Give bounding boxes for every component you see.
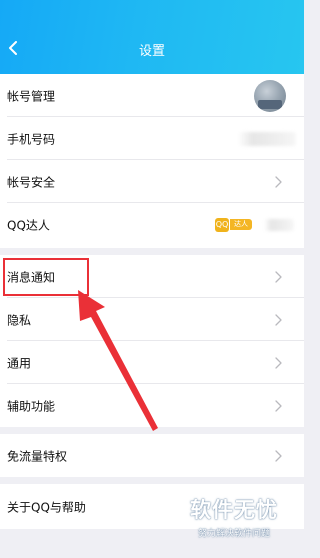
chevron-right-icon (275, 270, 282, 283)
settings-item-free-traffic[interactable]: 免流量特权 (0, 434, 304, 477)
settings-item-label: 关于QQ与帮助 (7, 500, 86, 514)
settings-item-label: QQ达人 (7, 218, 50, 232)
chevron-right-icon (275, 356, 282, 369)
general-settings-group: 消息通知 隐私 通用 辅助功能 (0, 255, 304, 427)
settings-item-label: 隐私 (7, 313, 32, 327)
settings-item-accessibility[interactable]: 辅助功能 (0, 384, 304, 427)
watermark: 软件无忧 努力解决软件问题 (174, 494, 294, 539)
settings-item-label: 帐号管理 (7, 89, 56, 103)
qq-expert-badge: QQ 达人 (215, 217, 252, 232)
watermark-subtitle: 努力解决软件问题 (197, 529, 270, 539)
settings-item-label: 消息通知 (7, 270, 56, 284)
page-title: 设置 (138, 44, 165, 59)
settings-item-account-management[interactable]: 帐号管理 (0, 74, 304, 117)
qq-expert-value-blurred (264, 218, 294, 231)
settings-item-label: 帐号安全 (7, 175, 56, 189)
chevron-right-icon (275, 313, 282, 326)
phone-number-value-blurred (238, 131, 296, 146)
qq-expert-badge-text: 达人 (230, 219, 252, 230)
settings-item-label: 手机号码 (7, 132, 56, 146)
settings-item-phone-number[interactable]: 手机号码 (0, 117, 304, 160)
avatar (254, 79, 286, 112)
settings-item-privacy[interactable]: 隐私 (0, 298, 304, 341)
settings-item-general[interactable]: 通用 (0, 341, 304, 384)
title-bar: 设置 (0, 0, 304, 74)
qq-expert-icon: QQ (215, 217, 229, 232)
settings-item-message-notification[interactable]: 消息通知 (0, 255, 304, 298)
account-settings-group: 帐号管理 手机号码 帐号安全 QQ达人 QQ 达人 (0, 74, 304, 248)
settings-item-label: 免流量特权 (7, 449, 68, 463)
settings-item-account-security[interactable]: 帐号安全 (0, 160, 304, 203)
chevron-right-icon (275, 399, 282, 412)
traffic-settings-group: 免流量特权 (0, 434, 304, 477)
chevron-right-icon (275, 449, 282, 462)
settings-item-qq-expert[interactable]: QQ达人 QQ 达人 (0, 203, 304, 246)
chevron-right-icon (275, 175, 282, 188)
settings-item-label: 辅助功能 (7, 399, 56, 413)
settings-item-label: 通用 (7, 356, 32, 370)
watermark-title: 软件无忧 (190, 498, 278, 522)
